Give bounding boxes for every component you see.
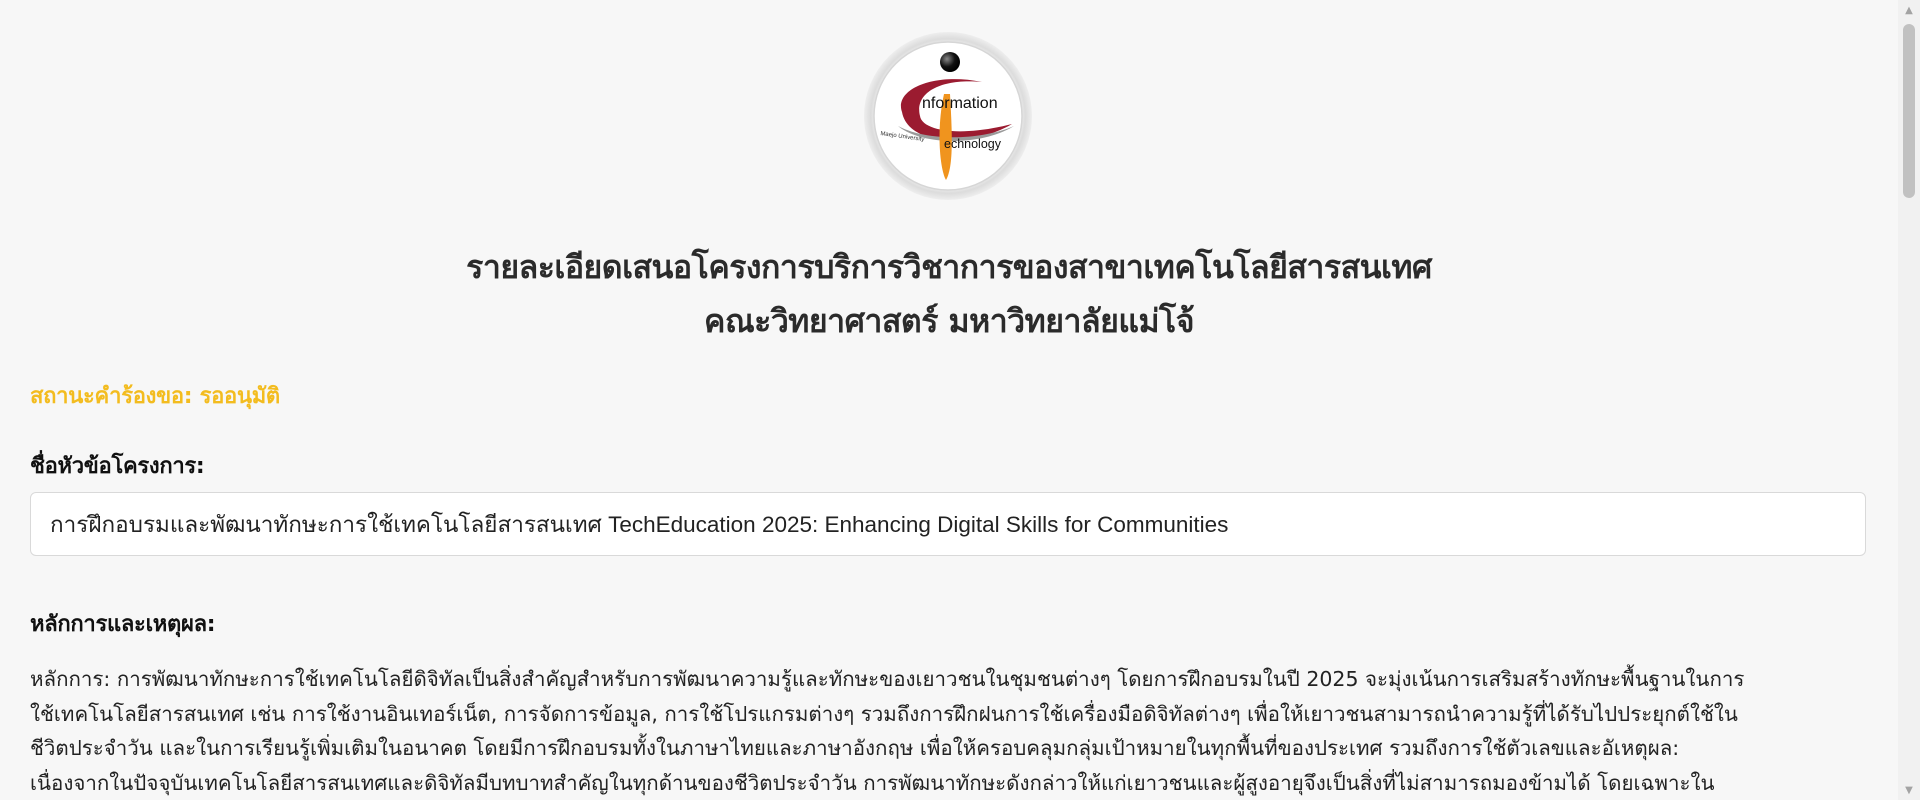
- logo-text-bottom: echnology: [944, 137, 1002, 151]
- proposal-detail-page: nformation echnology Maejo University รา…: [0, 0, 1898, 800]
- page-title-line1: รายละเอียดเสนอโครงการบริการวิชาการของสาข…: [466, 248, 1432, 286]
- rationale-text: หลักการ: การพัฒนาทักษะการใช้เทคโนโลยีดิจ…: [30, 662, 1870, 800]
- scroll-up-arrow-icon[interactable]: ▲: [1898, 0, 1920, 20]
- rationale-line: ใช้เทคโนโลยีสารสนเทศ เช่น การใช้งานอินเท…: [30, 701, 1738, 726]
- rationale-line: ชีวิตประจำวัน และในการเรียนรู้เพิ่มเติมใ…: [30, 736, 1680, 760]
- rationale-line: เนื่องจากในปัจจุบันเทคโนโลยีสารสนเทศและด…: [30, 770, 1715, 795]
- scroll-thumb[interactable]: [1903, 24, 1915, 198]
- rationale-label: หลักการและเหตุผล:: [30, 612, 216, 637]
- page-title-line2: คณะวิทยาศาสตร์ มหาวิทยาลัยแม่โจ้: [704, 302, 1194, 340]
- scroll-down-arrow-icon[interactable]: ▼: [1898, 780, 1920, 800]
- it-logo: nformation echnology Maejo University: [862, 30, 1034, 202]
- vertical-scrollbar[interactable]: ▲ ▼: [1898, 0, 1920, 800]
- logo-text-top: nformation: [922, 95, 998, 112]
- rationale-line: หลักการ: การพัฒนาทักษะการใช้เทคโนโลยีดิจ…: [30, 667, 1745, 691]
- request-status: สถานะคำร้องขอ: รออนุมัติ: [30, 378, 280, 413]
- status-label: สถานะคำร้องขอ:: [30, 384, 193, 409]
- status-value: รออนุมัติ: [199, 384, 281, 409]
- topic-label: ชื่อหัวข้อโครงการ:: [30, 454, 205, 479]
- topic-field: การฝึกอบรมและพัฒนาทักษะการใช้เทคโนโลยีสา…: [30, 492, 1866, 556]
